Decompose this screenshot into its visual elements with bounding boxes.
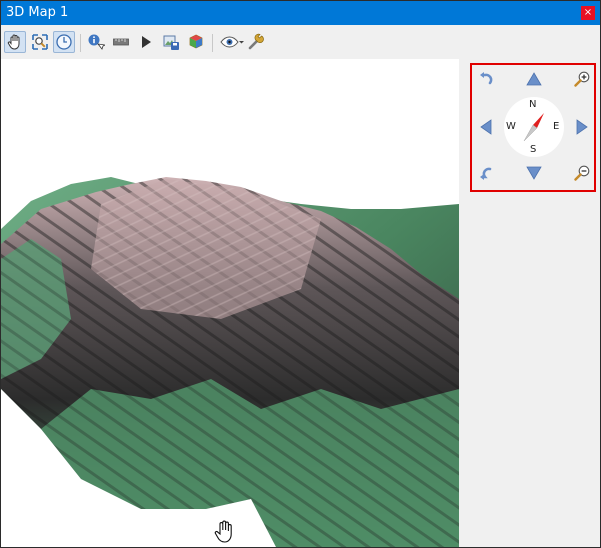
map-3d-window: 3D Map 1 × N S E W	[0, 0, 601, 548]
navigation-widget: N S E W	[470, 63, 596, 192]
move-up-button[interactable]	[524, 69, 544, 89]
move-left-button[interactable]	[476, 117, 496, 137]
arrow-right-icon	[576, 119, 588, 135]
camera-options-button[interactable]	[218, 31, 246, 53]
eye-icon	[220, 36, 244, 48]
cube-icon	[189, 34, 203, 49]
close-button[interactable]: ×	[581, 6, 595, 20]
configure-button[interactable]	[245, 31, 267, 53]
rotate-left-icon	[480, 72, 493, 85]
wrench-icon	[248, 33, 264, 50]
3d-map-canvas[interactable]	[1, 59, 459, 547]
animations-button[interactable]	[135, 31, 157, 53]
save-as-image-button[interactable]	[160, 31, 182, 53]
save-image-icon	[163, 35, 179, 50]
arrow-left-icon	[480, 119, 492, 135]
pan-tool-button[interactable]	[4, 31, 26, 53]
zoom-out-button[interactable]	[572, 163, 592, 183]
zoom-out-icon	[574, 165, 590, 181]
compass[interactable]: N S E W	[504, 97, 564, 157]
rotate-right-icon	[480, 167, 492, 180]
arrow-up-icon	[526, 72, 542, 86]
arrow-down-icon	[526, 166, 542, 180]
toolbar-separator	[212, 34, 213, 52]
hand-icon	[7, 34, 20, 50]
export-3d-button[interactable]	[185, 31, 207, 53]
hand-cursor-icon	[214, 520, 232, 543]
identify-button[interactable]	[85, 31, 107, 53]
compass-needle-icon	[523, 113, 544, 142]
toolbar-separator	[80, 34, 81, 52]
rotate-left-button[interactable]	[476, 69, 496, 89]
terrain-render	[1, 177, 459, 547]
move-right-button[interactable]	[572, 117, 592, 137]
zoom-in-button[interactable]	[572, 69, 592, 89]
identify-icon	[88, 34, 105, 50]
measure-button[interactable]	[110, 31, 132, 53]
title-bar: 3D Map 1 ×	[1, 1, 600, 25]
zoom-in-icon	[574, 71, 590, 87]
move-down-button[interactable]	[524, 163, 544, 183]
zoom-full-icon	[32, 34, 48, 50]
zoom-full-button[interactable]	[29, 31, 51, 53]
rotate-right-button[interactable]	[476, 163, 496, 183]
window-title: 3D Map 1	[6, 5, 69, 20]
toggle-navigation-button[interactable]	[53, 31, 75, 53]
ruler-icon	[113, 38, 129, 46]
play-icon	[142, 36, 151, 48]
toolbar	[1, 25, 600, 59]
compass-icon	[56, 34, 72, 50]
